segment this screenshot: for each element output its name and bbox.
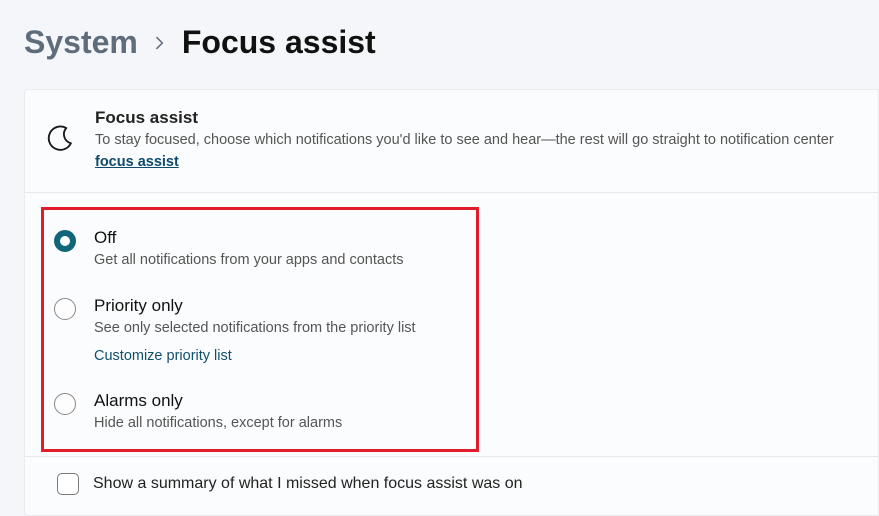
breadcrumb: System Focus assist (0, 0, 879, 73)
radio-priority[interactable] (54, 298, 76, 320)
option-priority-only[interactable]: Priority only See only selected notifica… (48, 288, 460, 383)
radio-off[interactable] (54, 230, 76, 252)
header-desc-text: To stay focused, choose which notificati… (95, 132, 834, 148)
radio-alarms[interactable] (54, 393, 76, 415)
focus-assist-card: Focus assist To stay focused, choose whi… (24, 89, 879, 516)
header-description: To stay focused, choose which notificati… (95, 130, 856, 174)
summary-label: Show a summary of what I missed when foc… (93, 475, 523, 493)
option-alarms-title: Alarms only (94, 391, 342, 411)
option-priority-desc: See only selected notifications from the… (94, 318, 416, 338)
highlight-box: Off Get all notifications from your apps… (41, 207, 479, 453)
customize-priority-list-link[interactable]: Customize priority list (94, 348, 232, 364)
option-off-title: Off (94, 228, 404, 248)
option-priority-title: Priority only (94, 296, 416, 316)
focus-assist-help-link[interactable]: focus assist (95, 154, 179, 170)
header-title: Focus assist (95, 108, 856, 128)
summary-checkbox[interactable] (57, 473, 79, 495)
breadcrumb-current: Focus assist (182, 24, 376, 61)
option-off[interactable]: Off Get all notifications from your apps… (48, 220, 460, 288)
summary-row: Show a summary of what I missed when foc… (25, 457, 878, 515)
breadcrumb-parent[interactable]: System (24, 24, 138, 61)
chevron-right-icon (154, 30, 166, 56)
option-off-desc: Get all notifications from your apps and… (94, 250, 404, 270)
moon-icon (47, 108, 75, 152)
option-alarms-desc: Hide all notifications, except for alarm… (94, 413, 342, 433)
focus-assist-options: Off Get all notifications from your apps… (25, 193, 878, 458)
card-header: Focus assist To stay focused, choose whi… (25, 90, 878, 193)
option-alarms-only[interactable]: Alarms only Hide all notifications, exce… (48, 383, 460, 439)
